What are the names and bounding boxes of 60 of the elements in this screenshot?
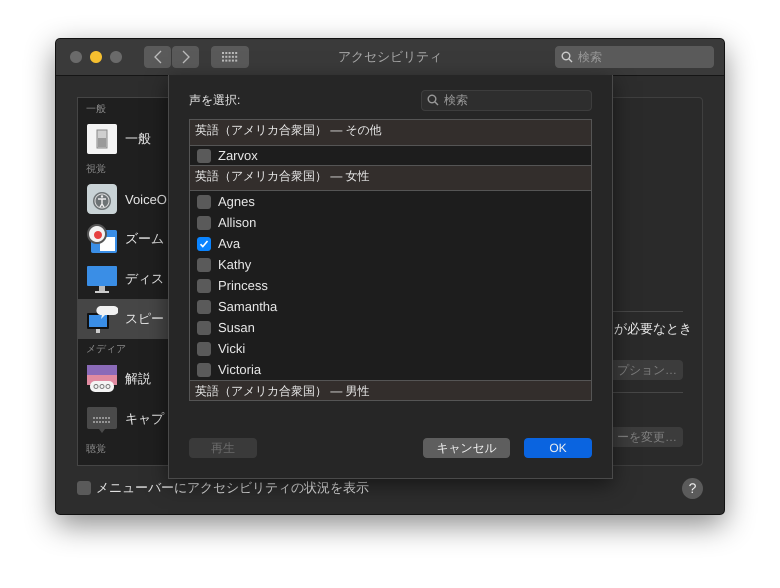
section-heading: 一般 — [86, 103, 106, 116]
magnifier-icon — [86, 223, 118, 255]
option-label: が必要なとき — [614, 320, 692, 338]
zoom-button[interactable] — [110, 51, 122, 63]
voice-name: Zarvox — [218, 148, 258, 163]
search-field[interactable]: 検索 — [555, 46, 714, 68]
sidebar-item[interactable]: 一般 — [78, 119, 188, 159]
checkbox[interactable] — [197, 320, 211, 334]
minimize-button[interactable] — [90, 51, 102, 63]
sidebar-item[interactable]: ディス — [78, 259, 188, 299]
voice-name: Victoria — [218, 362, 262, 377]
group-header: 英語（アメリカ合衆国） — その他 — [190, 120, 591, 146]
section-heading: 聴覚 — [86, 442, 106, 456]
monitor-speech-icon — [86, 303, 118, 335]
checkbox[interactable] — [197, 362, 211, 376]
back-button[interactable] — [144, 46, 171, 68]
checkbox[interactable] — [197, 342, 211, 356]
sidebar-item[interactable]: キャプ — [78, 399, 188, 439]
chevron-left-icon — [154, 50, 162, 64]
checkbox[interactable] — [197, 194, 211, 208]
dialog-button[interactable]: キャンセル — [423, 438, 510, 458]
voice-name: Agnes — [218, 194, 255, 209]
chevron-right-icon — [182, 50, 190, 64]
speech-bubble-icon — [86, 363, 118, 395]
close-button[interactable] — [70, 51, 82, 63]
switch-icon — [86, 123, 118, 155]
accessibility-icon — [86, 183, 118, 215]
voice-name: Allison — [218, 215, 256, 230]
voice-name: Vicki — [218, 341, 246, 356]
grid-button[interactable] — [211, 46, 249, 68]
forward-button[interactable] — [172, 46, 199, 68]
search-icon — [561, 51, 573, 63]
sidebar-item[interactable]: VoiceO — [78, 179, 188, 219]
checkbox[interactable] — [197, 300, 211, 314]
group-header: 英語（アメリカ合衆国） — 男性 — [190, 380, 591, 400]
dialog-label: 声を選択: — [189, 92, 240, 108]
voice-name: Ava — [218, 236, 240, 251]
sidebar-item[interactable]: 解説 — [78, 359, 188, 399]
checkbox[interactable] — [197, 216, 211, 230]
search-icon — [427, 94, 439, 106]
voice-name: Samantha — [218, 299, 278, 314]
voice-name: Kathy — [218, 257, 252, 272]
checkbox[interactable] — [197, 258, 211, 272]
help-button[interactable]: ? — [682, 478, 703, 498]
checkbox[interactable] — [197, 278, 211, 292]
search-field[interactable]: 検索 — [421, 90, 592, 110]
sidebar-item[interactable]: ズーム — [78, 219, 188, 259]
checkbox-label: メニューバーにアクセシビリティの状況を表示 — [96, 479, 369, 497]
checkbox[interactable] — [197, 148, 211, 162]
section-heading: メディア — [86, 343, 126, 356]
checkbox[interactable] — [77, 481, 91, 495]
voice-name: Princess — [218, 278, 268, 293]
group-header: 英語（アメリカ合衆国） — 女性 — [190, 165, 591, 191]
monitor-icon — [86, 263, 118, 295]
window-title: アクセシビリティ — [338, 48, 442, 66]
voice-name: Susan — [218, 320, 255, 335]
grid-icon — [222, 52, 238, 62]
section-heading: 視覚 — [86, 162, 106, 176]
dialog-button[interactable]: OK — [524, 438, 592, 458]
checkbox[interactable] — [197, 236, 211, 250]
